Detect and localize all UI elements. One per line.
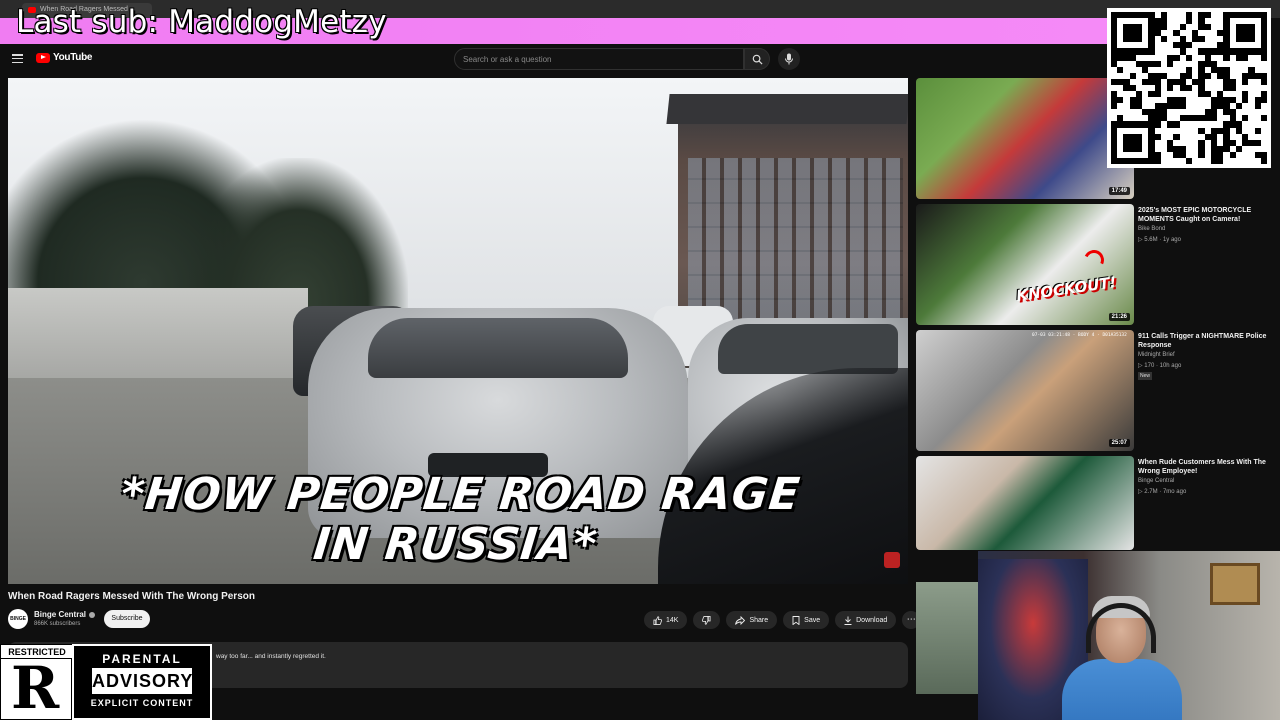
video-duration: 25:07 (1108, 439, 1130, 447)
dislike-button[interactable] (693, 611, 721, 629)
dislike-icon (702, 615, 711, 625)
webcam-picture-frame (1210, 563, 1260, 605)
qr-code-icon (1107, 8, 1271, 168)
download-button[interactable]: Download (835, 611, 897, 629)
youtube-logo-icon (36, 52, 50, 63)
download-icon (844, 616, 852, 625)
subscribe-button[interactable]: Subscribe (104, 610, 150, 628)
youtube-header: YouTube Search or ask a question (0, 44, 1280, 74)
recommendation-thumbnail[interactable] (916, 456, 1134, 550)
recommendation-thumbnail[interactable]: KNOCKOUT! 21:26 (916, 204, 1134, 325)
streamer-webcam (978, 551, 1280, 720)
video-duration: 21:26 (1108, 313, 1130, 321)
save-button[interactable]: Save (783, 611, 830, 629)
video-duration: 17:49 (1108, 187, 1130, 195)
logo-text: YouTube (53, 52, 93, 63)
red-arrow-icon (1081, 247, 1107, 273)
like-button[interactable]: 14K (644, 611, 688, 629)
video-title: When Road Ragers Messed With The Wrong P… (8, 591, 255, 602)
windshield (718, 324, 898, 374)
recommendation-meta: ▷ 5.6M · 1y ago (1138, 237, 1181, 243)
mic-icon (785, 53, 793, 65)
recommendation-meta: ▷ 2.7M · 7mo ago (1138, 489, 1187, 495)
search-button[interactable] (744, 48, 770, 70)
thumbnail-overlay-text: KNOCKOUT! (1015, 273, 1118, 305)
video-player[interactable]: *HOW PEOPLE ROAD RAGE IN RUSSIA* (8, 78, 908, 584)
subscriber-count: 866K subscribers (34, 621, 81, 627)
recommendation-channel[interactable]: Binge Central (1138, 478, 1174, 484)
advisory-top: PARENTAL (102, 652, 182, 666)
rating-letter: R (11, 654, 60, 720)
search-icon (752, 54, 763, 65)
share-button[interactable]: Share (726, 611, 778, 629)
recommendation-channel[interactable]: Bike Bond (1138, 226, 1165, 232)
video-caption: *HOW PEOPLE ROAD RAGE IN RUSSIA* (8, 469, 908, 570)
verified-icon (89, 611, 96, 618)
channel-name-link[interactable]: Binge Central (34, 610, 96, 619)
windshield (368, 318, 628, 378)
restricted-rating-badge: RESTRICTED R (0, 644, 73, 720)
recommendation-thumbnail[interactable] (916, 582, 978, 694)
menu-icon[interactable] (12, 54, 23, 64)
save-label: Save (804, 616, 821, 624)
download-label: Download (856, 616, 888, 624)
channel-avatar[interactable]: BINGE (8, 609, 28, 629)
qr-module (1260, 157, 1267, 164)
webcam-person-shirt (1062, 659, 1182, 720)
new-badge: New (1138, 372, 1153, 380)
recommendation-title[interactable]: 2025's MOST EPIC MOTORCYCLE MOMENTS Caug… (1138, 206, 1270, 224)
recommendation-thumbnail[interactable]: 07-03 03:21:48 · BODY 4 · D01A35132 25:0… (916, 330, 1134, 451)
save-icon (792, 615, 800, 625)
share-label: Share (749, 616, 769, 624)
qr-code-grid (1111, 12, 1267, 164)
advisory-middle: ADVISORY (92, 668, 192, 694)
thumbnail-timestamp: 07-03 03:21:48 · BODY 4 · D01A35132 (1032, 333, 1127, 338)
voice-search-button[interactable] (778, 48, 800, 70)
search-input[interactable]: Search or ask a question (454, 48, 744, 70)
video-caption-line2: IN RUSSIA* (311, 519, 600, 570)
advisory-bottom: EXPLICIT CONTENT (90, 698, 194, 708)
parental-advisory-badge: PARENTAL ADVISORY EXPLICIT CONTENT (72, 644, 212, 720)
last-sub-text: Last sub: MaddogMetzy (16, 4, 387, 40)
video-caption-line1: *HOW PEOPLE ROAD RAGE (118, 469, 803, 520)
recommendation-meta: ▷ 170 · 10h ago (1138, 363, 1182, 369)
description-text: way too far... and instantly regretted i… (216, 653, 326, 660)
recommendation-title[interactable]: 911 Calls Trigger a NIGHTMARE Police Res… (1138, 332, 1270, 350)
youtube-logo[interactable]: YouTube (36, 52, 93, 63)
channel-name: Binge Central (34, 610, 87, 619)
share-icon (735, 615, 746, 625)
channel-watermark-icon[interactable] (884, 552, 900, 568)
action-bar: 14K Share Save Download ⋯ (644, 611, 921, 629)
recommendation-thumbnail[interactable]: 17:49 (916, 78, 1134, 199)
recommendation-channel[interactable]: Midnight Brief (1138, 352, 1175, 358)
like-count: 14K (666, 616, 679, 624)
recommendation-title[interactable]: When Rude Customers Mess With The Wrong … (1138, 458, 1270, 476)
like-icon (653, 615, 662, 625)
screen: When Road Ragers Messed Last sub: Maddog… (0, 0, 1280, 720)
